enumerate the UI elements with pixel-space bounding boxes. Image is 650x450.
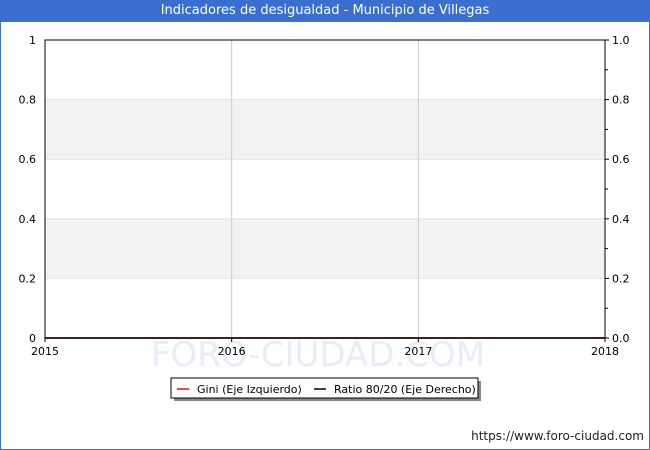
chart-area: FORO-CIUDAD.COM 00.20.40.60.810.00.20.40… <box>19 34 630 401</box>
legend-ratio-label: Ratio 80/20 (Eje Derecho) <box>334 383 476 396</box>
gridlines <box>44 39 606 339</box>
watermark: FORO-CIUDAD.COM <box>151 335 485 375</box>
background-bands <box>45 99 605 279</box>
x-tick-label: 2015 <box>31 345 59 358</box>
legend: Gini (Eje Izquierdo) Ratio 80/20 (Eje De… <box>170 377 481 401</box>
y-left-tick-label: 0.8 <box>19 94 37 107</box>
footer-url[interactable]: https://www.foro-ciudad.com <box>471 429 644 443</box>
axis-ticks: 0 0.2 0.4 0.6 0.8 1 0.0 0.2 0.4 0.6 0.8 1.0 2015 2016… <box>19 34 630 358</box>
background-band <box>45 218 605 279</box>
plot-border <box>44 39 606 339</box>
y-right-tick-label: 1.0 <box>612 34 630 47</box>
legend-gini-label: Gini (Eje Izquierdo) <box>197 383 302 396</box>
y-left-tick-label: 0 <box>29 332 36 345</box>
y-left-tick-label: 1 <box>29 34 36 47</box>
y-right-tick-label: 0.6 <box>612 153 630 166</box>
y-left-tick-label: 0.2 <box>19 272 37 285</box>
y-left-tick-label: 0.6 <box>19 153 37 166</box>
x-tick-label: 2016 <box>218 345 246 358</box>
x-tick-label: 2018 <box>591 345 619 358</box>
background-band <box>45 99 605 160</box>
y-left-tick-label: 0.4 <box>19 213 37 226</box>
y-right-tick-label: 0.2 <box>612 272 630 285</box>
y-right-tick-label: 0.0 <box>612 332 630 345</box>
x-tick-label: 2017 <box>404 345 432 358</box>
y-right-tick-label: 0.4 <box>612 213 630 226</box>
y-right-tick-label: 0.8 <box>612 94 630 107</box>
